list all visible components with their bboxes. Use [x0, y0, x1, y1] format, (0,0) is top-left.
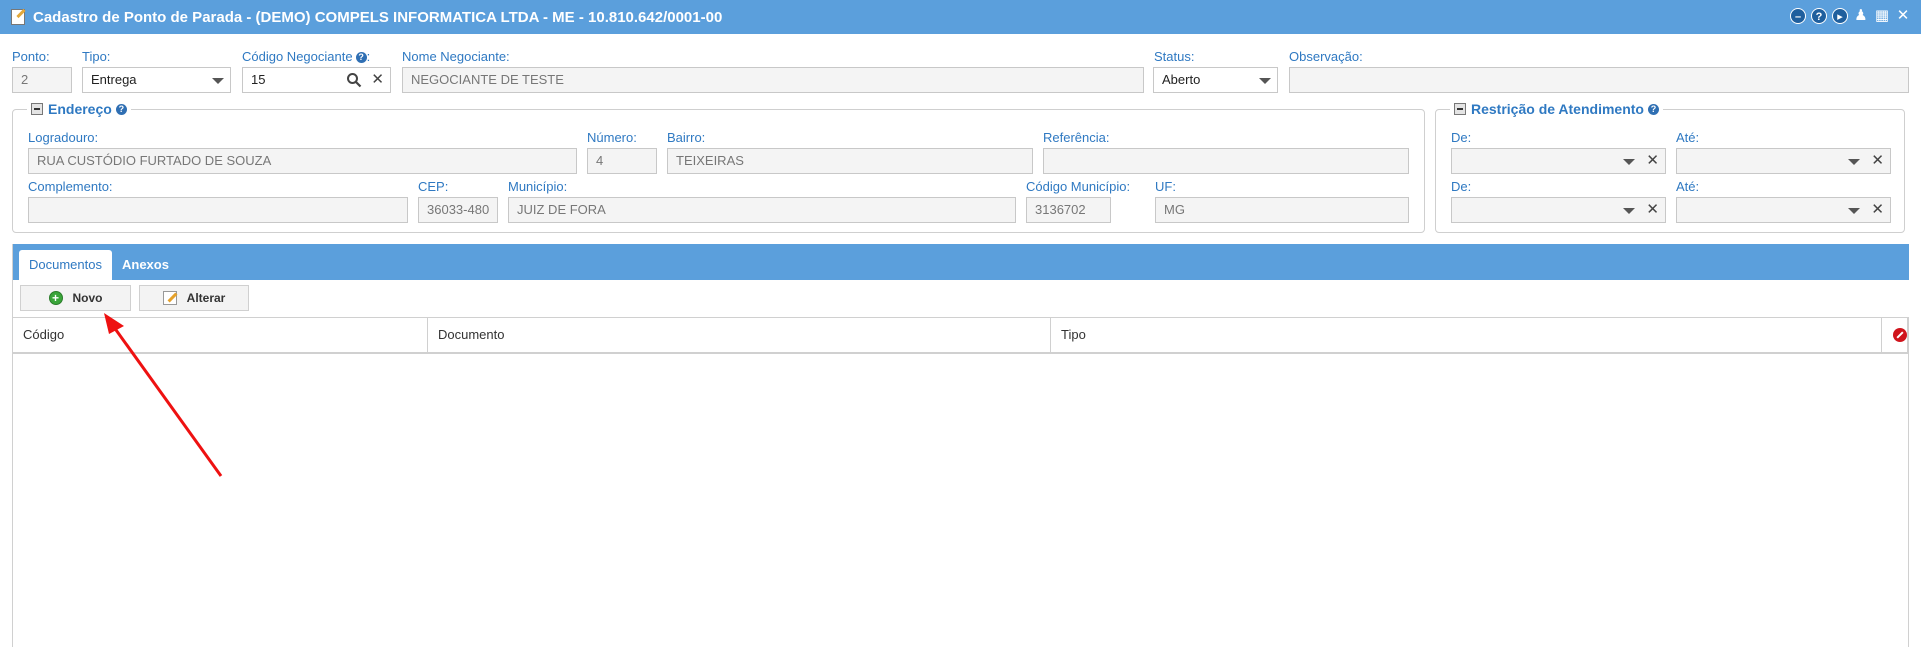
clear-icon[interactable]: ✕ [371, 68, 384, 92]
status-select-value: Aberto [1162, 72, 1201, 87]
play-icon[interactable]: ▸ [1832, 8, 1848, 24]
tipo-select-value: Entrega [91, 72, 137, 87]
chevron-down-icon[interactable] [1623, 208, 1635, 214]
restricao-legend: Restrição de Atendimento ? [1450, 101, 1663, 117]
tab-bar: Documentos Anexos [12, 244, 1909, 280]
cep-label: CEP: [418, 179, 449, 194]
codigo-negociante-label-text: Código Negociante [242, 49, 353, 64]
numero-field[interactable]: 4 [587, 148, 657, 174]
codigo-negociante-label: Código Negociante?: [242, 49, 370, 64]
logradouro-label: Logradouro: [28, 130, 99, 145]
de2-select[interactable]: ✕ [1451, 197, 1666, 223]
endereco-legend-text: Endereço [48, 101, 112, 117]
complemento-label: Complemento: [28, 179, 113, 194]
column-header-tipo[interactable]: Tipo [1051, 318, 1882, 352]
codigo-negociante-colon: : [366, 49, 371, 64]
codigo-negociante-field[interactable]: 15 ✕ [242, 67, 391, 93]
help-icon[interactable]: ? [115, 103, 127, 115]
clear-icon[interactable]: ✕ [1646, 149, 1659, 173]
clear-icon[interactable]: ✕ [1871, 149, 1884, 173]
logradouro-field[interactable]: RUA CUSTÓDIO FURTADO DE SOUZA [28, 148, 577, 174]
column-header-codigo[interactable]: Código [13, 318, 428, 352]
nome-negociante-label: Nome Negociante: [402, 49, 510, 64]
nome-negociante-field[interactable]: NEGOCIANTE DE TESTE [402, 67, 1144, 93]
grid-header: Código Documento Tipo [13, 317, 1908, 354]
municipio-field[interactable]: JUIZ DE FORA [508, 197, 1016, 223]
ate1-select[interactable]: ✕ [1676, 148, 1891, 174]
calendar-icon[interactable]: ▦ [1874, 8, 1890, 24]
window-controls: – ? ▸ ♟ ▦ ✕ [1790, 8, 1911, 24]
novo-button[interactable]: + Novo [20, 285, 131, 311]
clear-icon[interactable]: ✕ [1646, 198, 1659, 222]
chevron-down-icon[interactable] [1848, 208, 1860, 214]
help-icon[interactable]: ? [355, 52, 367, 64]
edit-document-icon [11, 9, 25, 25]
restricao-legend-text: Restrição de Atendimento [1471, 101, 1644, 117]
observacao-label: Observação: [1289, 49, 1363, 64]
de1-label: De: [1451, 130, 1472, 145]
novo-button-label: Novo [72, 291, 103, 305]
chevron-down-icon[interactable] [212, 78, 224, 84]
window-title: Cadastro de Ponto de Parada - (DEMO) COM… [33, 8, 723, 26]
tipo-select[interactable]: Entrega [82, 67, 231, 93]
alterar-button-label: Alterar [186, 291, 226, 305]
clear-icon[interactable]: ✕ [1871, 198, 1884, 222]
uf-label: UF: [1155, 179, 1176, 194]
codigo-negociante-value: 15 [251, 72, 266, 87]
close-icon[interactable]: ✕ [1895, 8, 1911, 24]
collapse-icon[interactable] [1454, 103, 1466, 115]
column-header-documento[interactable]: Documento [428, 318, 1051, 352]
tab-documentos[interactable]: Documentos [19, 250, 112, 280]
search-icon[interactable] [346, 72, 362, 88]
chevron-down-icon[interactable] [1259, 78, 1271, 84]
window-titlebar: Cadastro de Ponto de Parada - (DEMO) COM… [0, 0, 1921, 34]
de2-label: De: [1451, 179, 1472, 194]
alterar-button[interactable]: Alterar [139, 285, 249, 311]
referencia-field[interactable] [1043, 148, 1409, 174]
status-select[interactable]: Aberto [1153, 67, 1278, 93]
help-icon[interactable]: ? [1647, 103, 1659, 115]
tab-anexos[interactable]: Anexos [112, 250, 179, 280]
cep-field[interactable]: 36033-480 [418, 197, 498, 223]
codigo-municipio-field[interactable]: 3136702 [1026, 197, 1111, 223]
numero-label: Número: [587, 130, 637, 145]
status-label: Status: [1154, 49, 1195, 64]
endereco-legend: Endereço ? [27, 101, 131, 117]
add-icon: + [48, 291, 63, 305]
tipo-label: Tipo: [82, 49, 111, 64]
delete-column-header[interactable] [1882, 318, 1908, 352]
municipio-label: Município: [508, 179, 568, 194]
chevron-down-icon[interactable] [1623, 159, 1635, 165]
referencia-label: Referência: [1043, 130, 1110, 145]
ponto-field[interactable]: 2 [12, 67, 72, 93]
minimize-icon[interactable]: – [1790, 8, 1806, 24]
complemento-field[interactable] [28, 197, 408, 223]
de1-select[interactable]: ✕ [1451, 148, 1666, 174]
ate1-label: Até: [1676, 130, 1700, 145]
help-icon[interactable]: ? [1811, 8, 1827, 24]
ate2-label: Até: [1676, 179, 1700, 194]
chevron-down-icon[interactable] [1848, 159, 1860, 165]
ponto-label: Ponto: [12, 49, 50, 64]
bairro-label: Bairro: [667, 130, 706, 145]
edit-icon [162, 291, 177, 305]
bairro-field[interactable]: TEIXEIRAS [667, 148, 1033, 174]
documentos-grid: Código Documento Tipo [12, 317, 1909, 647]
uf-field[interactable]: MG [1155, 197, 1409, 223]
collapse-icon[interactable] [31, 103, 43, 115]
user-icon[interactable]: ♟ [1853, 8, 1869, 24]
delete-icon[interactable] [1892, 328, 1907, 342]
codigo-municipio-label: Código Município: [1026, 179, 1131, 194]
observacao-field[interactable] [1289, 67, 1909, 93]
ate2-select[interactable]: ✕ [1676, 197, 1891, 223]
